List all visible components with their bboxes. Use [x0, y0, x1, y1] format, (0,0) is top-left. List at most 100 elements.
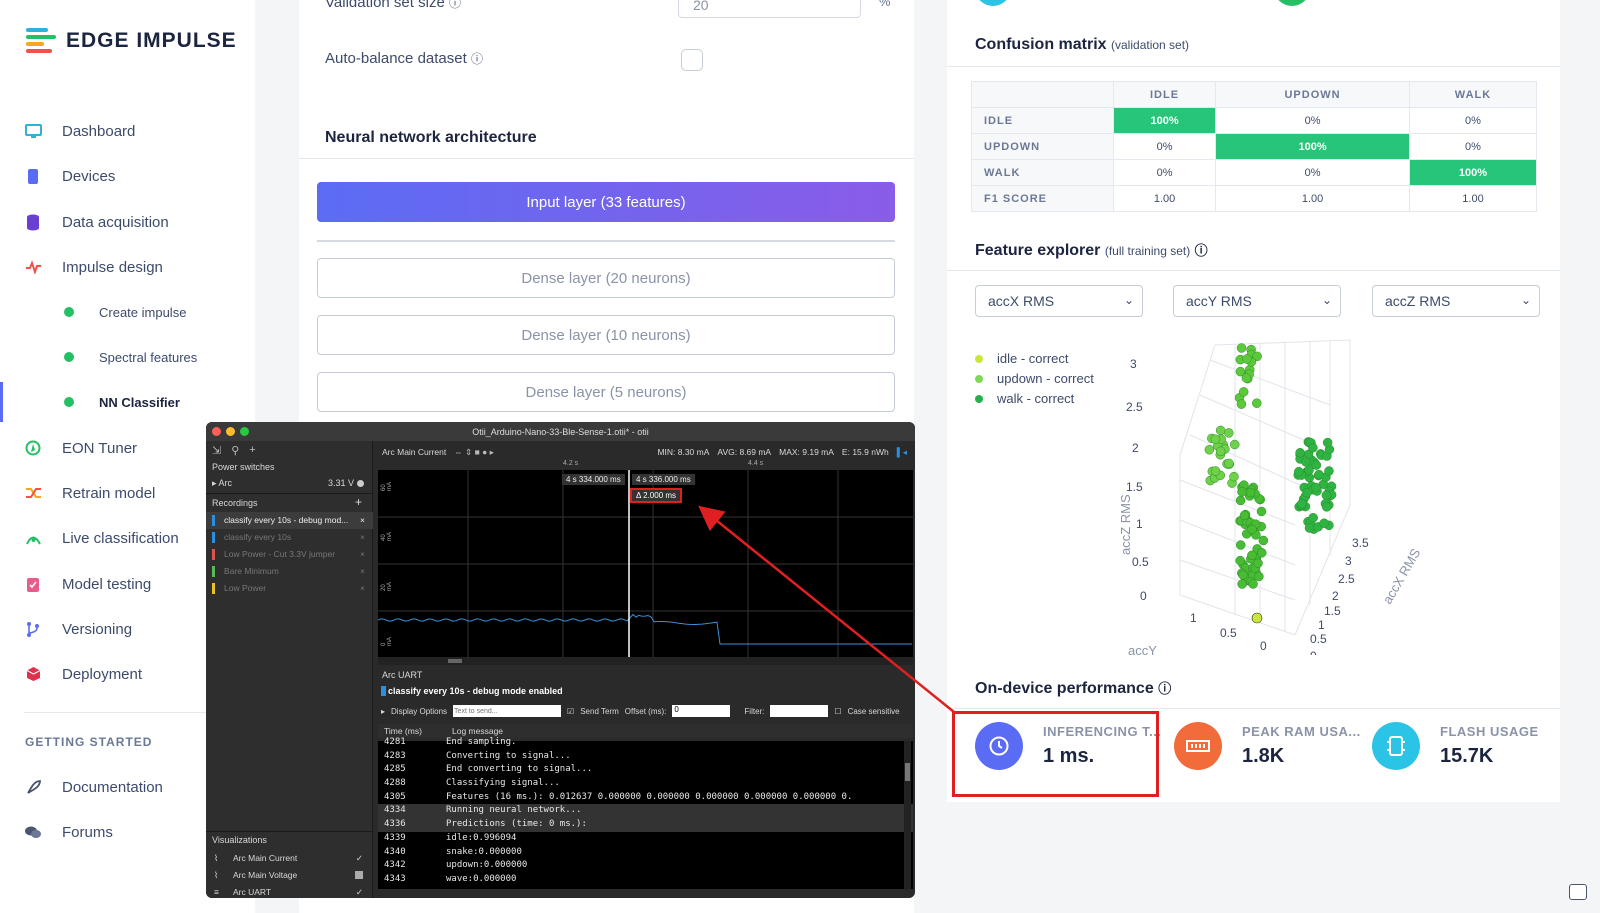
close-icon[interactable]: × [360, 580, 365, 597]
help-icon[interactable]: ⓘ [1195, 243, 1208, 258]
scatter-point [1238, 570, 1248, 580]
help-icon[interactable]: ⓘ [471, 52, 483, 66]
expand-icon[interactable]: ▸ [381, 707, 385, 716]
close-icon[interactable]: × [360, 529, 365, 546]
table-cell: 0% [1112, 133, 1217, 160]
sidebar-item-label: Impulse design [62, 258, 163, 276]
recording-item[interactable]: Low Power × [206, 580, 373, 597]
panel-toggle-icon[interactable]: ▌◂ [897, 447, 907, 458]
close-window-icon[interactable] [212, 427, 221, 436]
scatter-point [1324, 466, 1334, 476]
visualization-item[interactable]: ⌇ Arc Main Voltage [206, 867, 373, 884]
chevron-down-icon: ⌄ [1123, 293, 1134, 307]
validation-set-input[interactable]: 20 [678, 0, 861, 18]
add-tool-icon[interactable]: + [249, 444, 255, 457]
sidebar-item-label: EON Tuner [62, 439, 138, 457]
scroll-thumb[interactable] [448, 659, 462, 663]
send-text-input[interactable] [453, 705, 562, 717]
zoom-tool-icon[interactable]: ⚲ [231, 444, 239, 457]
legend-item[interactable]: updown - correct [975, 371, 1094, 386]
table-header-row: IDLE UPDOWN WALK [971, 81, 1537, 108]
recording-item[interactable]: Bare Minimum × [206, 563, 373, 580]
checkbox-unchecked[interactable]: ☐ [834, 707, 841, 716]
display-options[interactable]: Display Options [391, 707, 447, 716]
log-row: 4334 Running neural network... [378, 804, 913, 819]
offset-input[interactable]: 0 [672, 705, 731, 717]
help-icon[interactable]: ⓘ [449, 0, 461, 10]
checkbox-checked[interactable]: ✓ [356, 884, 363, 898]
auto-balance-checkbox[interactable] [681, 49, 703, 71]
chat-widget-icon[interactable] [1569, 884, 1587, 900]
log-row: 4340 snake:0.000000 [384, 846, 522, 857]
zoom-window-icon[interactable] [240, 427, 249, 436]
checkbox-unchecked[interactable] [355, 871, 363, 879]
recording-item[interactable]: classify every 10s - debug mod... × [206, 512, 373, 529]
table-cell: 100% [1409, 159, 1537, 186]
dense-layer-10[interactable]: Dense layer (10 neurons) [317, 315, 895, 355]
checkbox-checked[interactable]: ☑ [567, 707, 574, 716]
power-toggle[interactable] [357, 480, 364, 487]
filter-input[interactable] [770, 705, 829, 717]
x-axis-select[interactable]: accX RMS ⌄ [975, 285, 1143, 317]
close-icon[interactable]: × [360, 563, 365, 580]
table-cell: 0% [1112, 159, 1217, 186]
legend-item[interactable]: walk - correct [975, 391, 1074, 406]
table-cell: 0% [1215, 159, 1410, 186]
recording-item[interactable]: Low Power - Cut 3.3V jumper × [206, 546, 373, 563]
close-icon[interactable]: × [360, 512, 365, 529]
uart-title: Arc UART [382, 670, 423, 680]
scatter-point [1294, 466, 1304, 477]
sidebar-item-impulse-design[interactable]: Impulse design [0, 247, 255, 287]
dense-layer-5[interactable]: Dense layer (5 neurons) [317, 372, 895, 412]
window-titlebar[interactable]: Otii_Arduino-Nano-33-Ble-Sense-1.otii* -… [206, 422, 915, 441]
auto-balance-label: Auto-balance dataset ⓘ [325, 50, 483, 67]
sidebar-item-label: Spectral features [99, 349, 198, 365]
metric-label: PEAK RAM USA... [1242, 724, 1361, 739]
uart-log[interactable]: 4281 End sampling. 4283 Converting to sign… [378, 737, 913, 889]
sidebar-item-nn-classifier[interactable]: NN Classifier [0, 382, 255, 422]
sidebar-item-create-impulse[interactable]: Create impulse [0, 292, 255, 332]
select-tool-icon[interactable]: ⇲ [212, 444, 221, 457]
sidebar-item-data-acquisition[interactable]: Data acquisition [0, 202, 255, 242]
cursor-a-label: 4 s 334.000 ms [562, 474, 625, 485]
scatter-point [1319, 518, 1329, 528]
expand-icon[interactable]: ▸ [212, 478, 217, 488]
recordings-title: Recordings [212, 498, 258, 508]
chevron-down-icon: ⌄ [1520, 293, 1531, 307]
sidebar-item-dashboard[interactable]: Dashboard [0, 111, 255, 151]
z-axis-select[interactable]: accZ RMS ⌄ [1372, 285, 1540, 317]
current-plot[interactable]: 60 mA 40 mA 20 mA 0 mA 4 s 334.000 ms 4 … [377, 470, 913, 657]
sidebar-item-label: Data acquisition [62, 213, 169, 231]
feature-scatter-plot[interactable]: 3 2.5 2 1.5 1 0.5 0 3.5 3 2.5 2 1.5 1 0.… [1100, 335, 1430, 655]
brand-logo[interactable]: EDGE IMPULSE [26, 28, 237, 53]
checkbox-checked[interactable]: ✓ [356, 850, 363, 867]
sidebar-item-devices[interactable]: Devices [0, 156, 255, 196]
y-axis-ticks: 60 mA 40 mA 20 mA 0 mA [381, 482, 393, 646]
help-icon[interactable]: ⓘ [1158, 681, 1171, 696]
scatter-point [1224, 458, 1234, 469]
y-axis-select[interactable]: accY RMS ⌄ [1173, 285, 1341, 317]
svg-text:1: 1 [1136, 517, 1143, 531]
scatter-point [1251, 612, 1263, 624]
channel-name: Arc Main Current [382, 447, 447, 457]
scroll-thumb[interactable] [905, 763, 910, 781]
minimize-window-icon[interactable] [226, 427, 235, 436]
arc-switch-row[interactable]: ▸ Arc 3.31 V [212, 478, 364, 489]
dense-layer-20[interactable]: Dense layer (20 neurons) [317, 258, 895, 298]
close-icon[interactable]: × [360, 546, 365, 563]
vertical-scrollbar[interactable] [904, 741, 911, 889]
visualization-item[interactable]: ⌇ Arc Main Current ✓ [206, 850, 373, 867]
input-layer-button[interactable]: Input layer (33 features) [317, 182, 895, 222]
uart-toolbar: ▸ Display Options ☑ Send Term Offset (ms)… [378, 704, 913, 718]
horizontal-scrollbar[interactable] [378, 657, 913, 665]
arc-voltage: 3.31 V [327, 478, 354, 488]
channel-controls-icon[interactable]: ⇔ ⇕ ■ ● ▸ [454, 447, 494, 458]
flash-chip-icon [1372, 722, 1420, 770]
log-row: 4339 idle:0.996094 [384, 832, 517, 843]
sidebar-item-label: NN Classifier [99, 394, 180, 410]
add-recording-icon[interactable]: + [355, 495, 362, 509]
legend-item[interactable]: idle - correct [975, 351, 1069, 366]
visualization-item[interactable]: ≡ Arc UART ✓ [206, 884, 373, 898]
sidebar-item-spectral-features[interactable]: Spectral features [0, 337, 255, 377]
recording-item[interactable]: classify every 10s × [206, 529, 373, 546]
